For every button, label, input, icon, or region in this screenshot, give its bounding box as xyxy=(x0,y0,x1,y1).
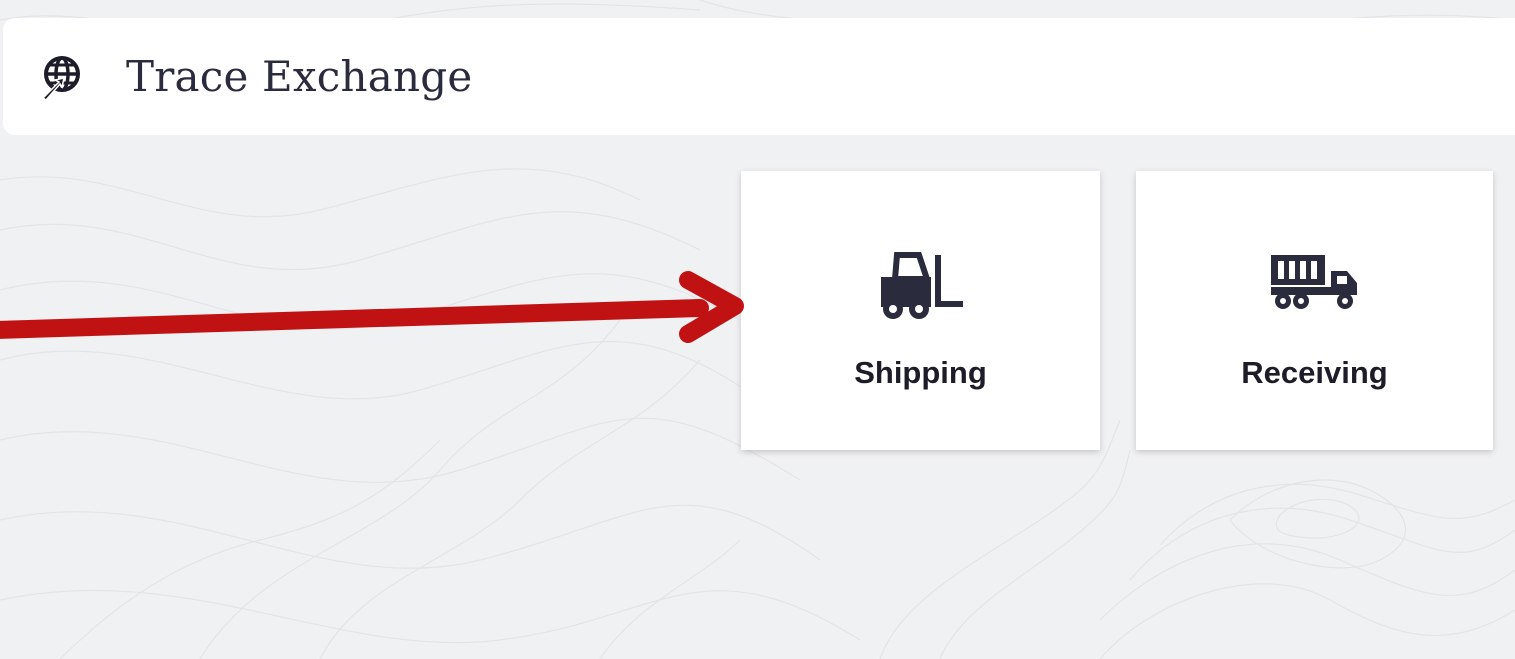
receiving-tile[interactable]: Receiving xyxy=(1136,171,1493,450)
globe-arrow-icon[interactable] xyxy=(37,52,87,102)
app-title: Trace Exchange xyxy=(126,52,473,101)
shipping-tile[interactable]: Shipping xyxy=(741,171,1100,450)
app-header: Trace Exchange xyxy=(3,18,1515,135)
forklift-icon xyxy=(877,251,965,326)
shipping-label: Shipping xyxy=(854,355,987,390)
receiving-label: Receiving xyxy=(1241,355,1388,390)
container-truck-icon xyxy=(1269,251,1361,318)
